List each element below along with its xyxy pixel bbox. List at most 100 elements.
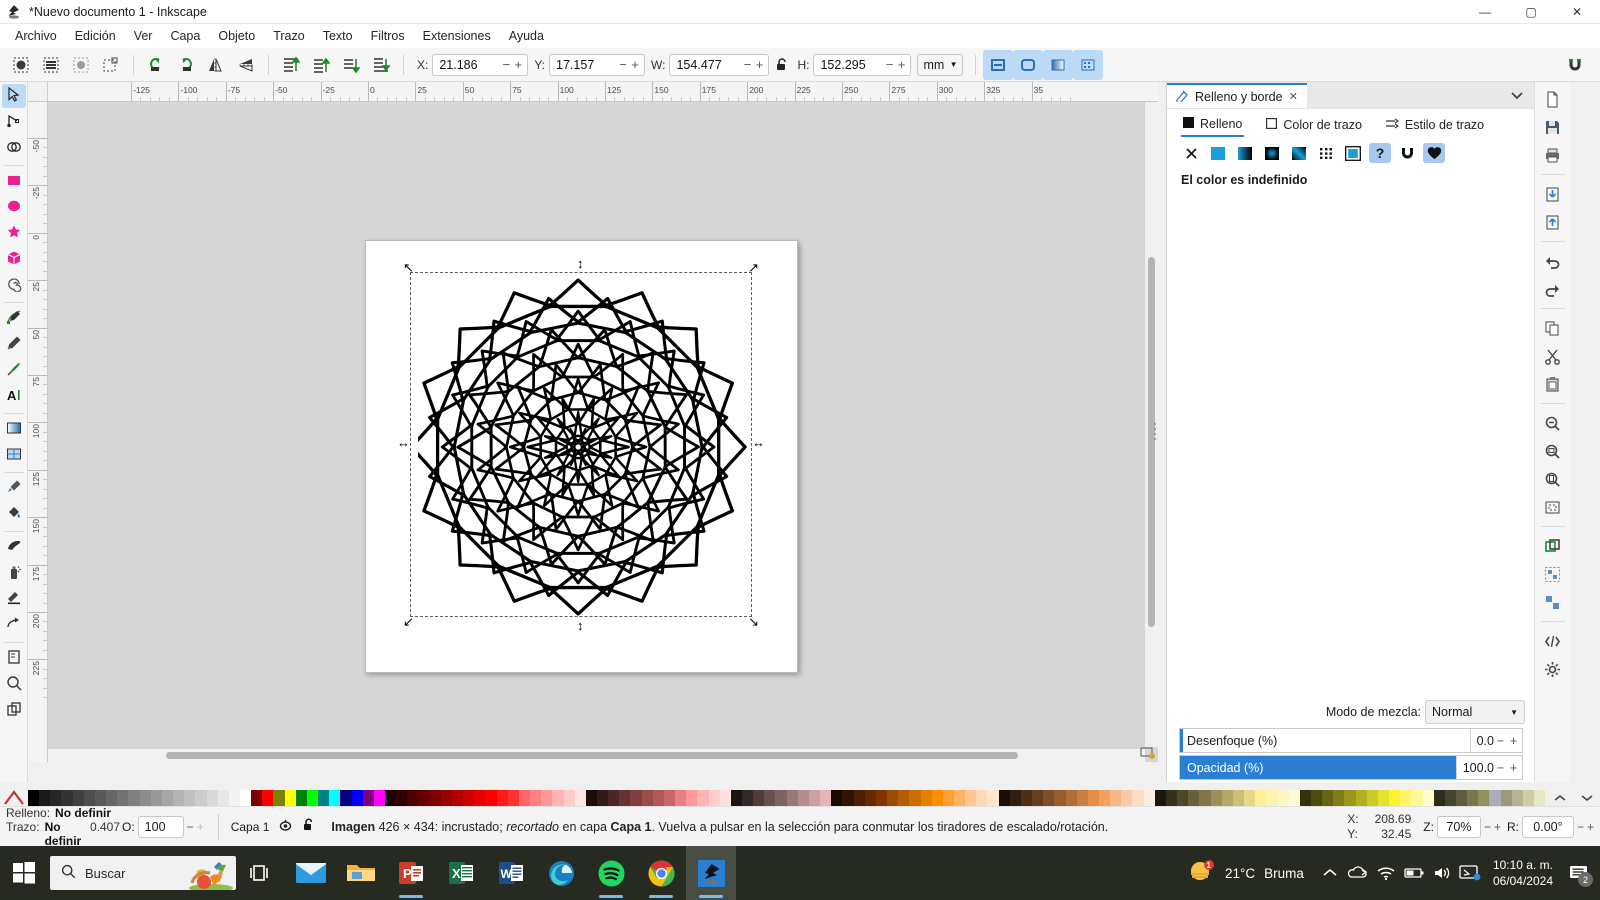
task-view-button[interactable] [236, 846, 282, 900]
search-box[interactable]: Buscar [50, 856, 236, 890]
menu-trazo[interactable]: Trazo [264, 27, 314, 45]
palette-swatch[interactable] [1154, 790, 1166, 806]
select-all-layers-icon[interactable] [36, 50, 66, 80]
palette-swatch[interactable] [742, 790, 754, 806]
palette-swatch[interactable] [530, 790, 542, 806]
menu-ver[interactable]: Ver [125, 27, 162, 45]
palette-swatch[interactable] [1143, 790, 1155, 806]
palette-swatch[interactable] [585, 790, 597, 806]
mesh-tool[interactable] [2, 443, 26, 467]
color-palette[interactable] [0, 790, 1600, 806]
palette-swatch[interactable] [675, 790, 687, 806]
opacity-decrement[interactable]: − [1494, 761, 1507, 775]
palette-swatch[interactable] [965, 790, 977, 806]
palette-swatch[interactable] [898, 790, 910, 806]
palette-swatch[interactable] [1110, 790, 1122, 806]
w-decrement[interactable]: − [741, 58, 753, 71]
close-icon[interactable]: ✕ [1289, 90, 1298, 103]
palette-swatch[interactable] [1433, 790, 1445, 806]
palette-swatch[interactable] [1478, 790, 1490, 806]
scale-stroke-width-icon[interactable] [983, 49, 1014, 80]
palette-swatch[interactable] [831, 790, 843, 806]
flip-vertical-icon[interactable] [231, 50, 261, 80]
word-app[interactable]: W [486, 846, 536, 900]
boolean-tool[interactable] [2, 136, 26, 160]
palette-swatch[interactable] [563, 790, 575, 806]
opacity-value-box[interactable]: 100.0 − + [1455, 756, 1522, 779]
palette-swatch[interactable] [953, 790, 966, 806]
menu-capa[interactable]: Capa [161, 27, 209, 45]
palette-swatch[interactable] [318, 790, 330, 806]
w-increment[interactable]: + [753, 58, 765, 71]
palette-swatch[interactable] [329, 790, 341, 806]
palette-swatch[interactable] [1400, 790, 1412, 806]
wifi-icon[interactable] [1372, 846, 1400, 900]
palette-swatch[interactable] [1076, 790, 1088, 806]
palette-swatch[interactable] [251, 790, 263, 806]
inkscape-app[interactable] [686, 846, 736, 900]
raise-icon[interactable] [306, 50, 336, 80]
zoom-decrement[interactable]: − [1484, 820, 1491, 834]
palette-swatch[interactable] [83, 790, 95, 806]
scale-handle-n[interactable]: ↕ [577, 257, 584, 270]
maximize-button[interactable]: ▢ [1508, 0, 1554, 24]
weather-widget[interactable]: 1 21°C Bruma [1174, 859, 1316, 888]
palette-swatch[interactable] [652, 790, 664, 806]
opacity-input[interactable]: 100 [137, 815, 184, 838]
palette-swatch[interactable] [61, 790, 73, 806]
palette-swatch[interactable] [719, 790, 731, 806]
palette-swatch[interactable] [1500, 790, 1512, 806]
lower-icon[interactable] [336, 50, 366, 80]
palette-swatch[interactable] [1322, 790, 1334, 806]
palette-swatch[interactable] [1232, 790, 1245, 806]
palette-swatch[interactable] [362, 790, 374, 806]
group-icon[interactable] [1539, 561, 1567, 587]
node-tool[interactable] [2, 110, 26, 134]
palette-swatch[interactable] [942, 790, 954, 806]
palette-swatch[interactable] [1087, 790, 1099, 806]
palette-swatch[interactable] [273, 790, 285, 806]
speaker-icon[interactable] [1428, 846, 1456, 900]
scale-handle-ne[interactable]: ↗ [748, 261, 759, 274]
palette-swatch[interactable] [485, 790, 497, 806]
palette-swatch[interactable] [663, 790, 676, 806]
scale-handle-sw[interactable]: ↙ [403, 615, 414, 628]
palette-swatch[interactable] [262, 790, 274, 806]
scale-handle-w[interactable]: ↔ [397, 436, 410, 449]
preferences-icon[interactable] [1539, 656, 1567, 682]
palette-swatch[interactable] [1043, 790, 1055, 806]
palette-swatch[interactable] [228, 790, 240, 806]
palette-swatch[interactable] [1177, 790, 1189, 806]
palette-swatch[interactable] [630, 790, 642, 806]
palette-swatch[interactable] [373, 790, 385, 806]
menu-filtros[interactable]: Filtros [362, 27, 414, 45]
chevron-down-icon[interactable] [1500, 84, 1534, 108]
import-icon[interactable] [1539, 181, 1567, 207]
paintbucket-tool[interactable] [2, 502, 26, 526]
palette-swatch[interactable] [1210, 790, 1222, 806]
zoom-selection-icon[interactable] [1539, 410, 1567, 436]
palette-swatch[interactable] [340, 790, 352, 806]
opacity-control[interactable]: O: 100 − + [122, 815, 204, 838]
h-increment[interactable]: + [895, 58, 907, 71]
no-color-x-icon[interactable] [0, 790, 28, 806]
scale-handle-e[interactable]: ↔ [752, 436, 765, 449]
rotation-increment[interactable]: + [1587, 820, 1594, 834]
units-select[interactable]: mm ▼ [917, 53, 964, 76]
print-icon[interactable] [1539, 142, 1567, 168]
palette-swatch[interactable] [931, 790, 943, 806]
palette-swatch[interactable] [418, 790, 430, 806]
rectangle-tool[interactable] [2, 169, 26, 193]
palette-swatch[interactable] [686, 790, 698, 806]
palette-swatch[interactable] [1389, 790, 1401, 806]
scale-handle-nw[interactable]: ↖ [403, 261, 414, 274]
flip-horizontal-icon[interactable] [201, 50, 231, 80]
copy-icon[interactable] [1539, 315, 1567, 341]
rotation-input[interactable]: 0.00° [1521, 815, 1574, 838]
zoom-increment[interactable]: + [1494, 820, 1501, 834]
palette-swatch[interactable] [976, 790, 988, 806]
palette-swatch[interactable] [385, 790, 397, 806]
palette-swatch[interactable] [440, 790, 452, 806]
palette-swatch[interactable] [1288, 790, 1300, 806]
scale-handle-s[interactable]: ↕ [577, 619, 584, 632]
